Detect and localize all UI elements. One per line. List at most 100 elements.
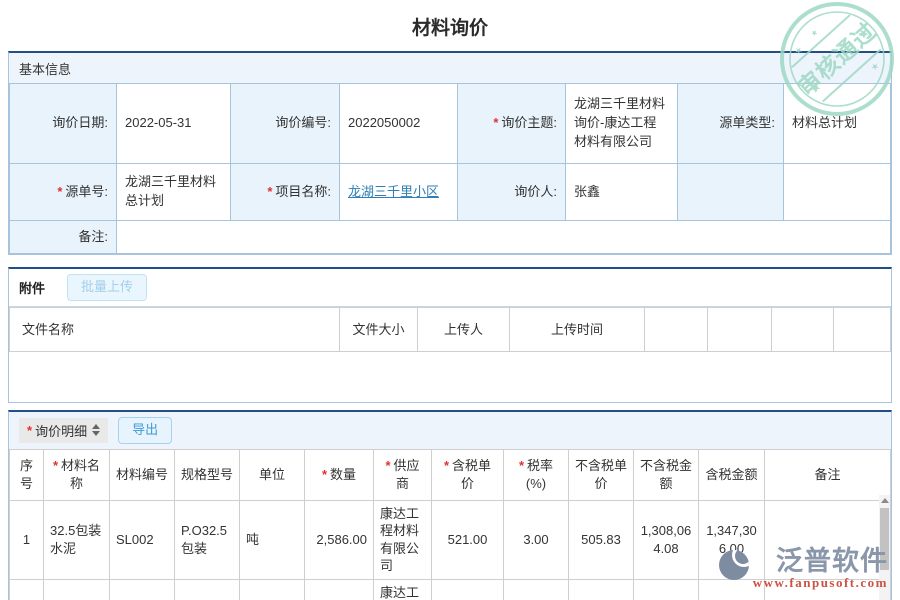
col-notax-amount: 不含税金额 bbox=[634, 449, 699, 500]
cell-supplier: 康达工程材料有限公司 bbox=[374, 579, 432, 600]
remarks-label: 备注: bbox=[10, 221, 117, 254]
col-spec-model: 规格型号 bbox=[175, 449, 240, 500]
cell-spec-model: P.O32.5包装 bbox=[175, 500, 240, 579]
cell-spec-model: Φ90 bbox=[175, 579, 240, 600]
source-type-value: 材料总计划 bbox=[784, 84, 891, 164]
inquirer-label: 询价人: bbox=[458, 164, 566, 221]
cell-quantity: 2,586.00 bbox=[305, 500, 374, 579]
col-supplier: *供应商 bbox=[374, 449, 432, 500]
source-no-value: 龙湖三千里材料总计划 bbox=[117, 164, 231, 221]
attachments-header-row: 文件名称 文件大小 上传人 上传时间 bbox=[10, 307, 891, 351]
col-empty-2 bbox=[708, 307, 772, 351]
cell-tax-price: 452.00 bbox=[432, 579, 504, 600]
inquiry-date-value: 2022-05-31 bbox=[117, 84, 231, 164]
cell-notax-price: 438.83 bbox=[569, 579, 634, 600]
details-table: 序号 *材料名称 材料编号 规格型号 单位 *数量 *供应商 *含税单价 *税率… bbox=[9, 449, 891, 600]
col-uploader: 上传人 bbox=[418, 307, 510, 351]
form-row-1: 询价日期: 2022-05-31 询价编号: 2022050002 *询价主题:… bbox=[10, 84, 891, 164]
vertical-scrollbar[interactable] bbox=[879, 495, 890, 600]
cell-notax-price: 505.83 bbox=[569, 500, 634, 579]
attachments-section: 附件 批量上传 文件名称 文件大小 上传人 上传时间 bbox=[8, 267, 892, 403]
cell-tax-rate: 3.00 bbox=[504, 579, 569, 600]
inquiry-no-value: 2022050002 bbox=[340, 84, 458, 164]
details-header-row: 序号 *材料名称 材料编号 规格型号 单位 *数量 *供应商 *含税单价 *税率… bbox=[10, 449, 891, 500]
required-icon: * bbox=[493, 115, 498, 130]
form-row-2: *源单号: 龙湖三千里材料总计划 *项目名称: 龙湖三千里小区 询价人: 张鑫 bbox=[10, 164, 891, 221]
inquirer-value: 张鑫 bbox=[566, 164, 678, 221]
cell-quantity: 4,500.00 bbox=[305, 579, 374, 600]
basic-info-form: 询价日期: 2022-05-31 询价编号: 2022050002 *询价主题:… bbox=[9, 83, 891, 254]
cell-supplier: 康达工程材料有限公司 bbox=[374, 500, 432, 579]
details-section: * 询价明细 导出 序号 *材料名称 材料编号 规格型号 单位 *数量 *供应商… bbox=[8, 410, 892, 600]
details-title: 询价明细 bbox=[35, 421, 87, 440]
col-empty-4 bbox=[834, 307, 891, 351]
cell-remarks bbox=[765, 500, 891, 579]
attachments-title: 附件 bbox=[19, 278, 45, 297]
required-icon: * bbox=[322, 467, 327, 482]
col-notax-price: 不含税单价 bbox=[569, 449, 634, 500]
cell-tax-amount: 2,034,000.00 bbox=[699, 579, 765, 600]
col-empty-1 bbox=[645, 307, 708, 351]
col-material-name: *材料名称 bbox=[44, 449, 110, 500]
page-title: 材料询价 bbox=[0, 0, 900, 51]
scroll-up-icon[interactable] bbox=[879, 495, 890, 507]
details-header: * 询价明细 导出 bbox=[9, 412, 891, 449]
material-inquiry-page: 材料询价 基本信息 询价日期: 2022-05-31 询价编号: 2022050… bbox=[0, 0, 900, 600]
inquiry-date-label: 询价日期: bbox=[10, 84, 117, 164]
cell-notax-amount: 1,974,757.28 bbox=[634, 579, 699, 600]
col-tax-amount: 含税金额 bbox=[699, 449, 765, 500]
attachments-table: 文件名称 文件大小 上传人 上传时间 bbox=[9, 307, 891, 352]
required-icon: * bbox=[267, 184, 272, 199]
basic-info-header: 基本信息 bbox=[9, 53, 891, 83]
required-icon: * bbox=[519, 458, 524, 473]
scrollbar-thumb[interactable] bbox=[880, 508, 889, 570]
cell-tax-price: 521.00 bbox=[432, 500, 504, 579]
cell-material-name: 32.5包装水泥 bbox=[44, 500, 110, 579]
project-name-label: *项目名称: bbox=[231, 164, 340, 221]
required-icon: * bbox=[27, 423, 32, 438]
col-material-no: 材料编号 bbox=[110, 449, 175, 500]
col-unit: 单位 bbox=[240, 449, 305, 500]
cell-material-no: SL002 bbox=[110, 500, 175, 579]
col-upload-time: 上传时间 bbox=[510, 307, 645, 351]
col-file-size: 文件大小 bbox=[340, 307, 418, 351]
remarks-value bbox=[117, 221, 891, 254]
project-name-value: 龙湖三千里小区 bbox=[340, 164, 458, 221]
cell-unit: 吨 bbox=[240, 579, 305, 600]
cell-seq: 2 bbox=[10, 579, 44, 600]
cell-material-no: GJG0059 bbox=[110, 579, 175, 600]
cell-material-name: HPM2特殊钢材 bbox=[44, 579, 110, 600]
cell-remarks bbox=[765, 579, 891, 600]
export-button[interactable]: 导出 bbox=[118, 417, 172, 444]
cell-notax-amount: 1,308,064.08 bbox=[634, 500, 699, 579]
empty-label-cell bbox=[678, 164, 784, 221]
project-name-link[interactable]: 龙湖三千里小区 bbox=[348, 184, 439, 199]
cell-tax-rate: 3.00 bbox=[504, 500, 569, 579]
cell-tax-amount: 1,347,306.00 bbox=[699, 500, 765, 579]
col-quantity: *数量 bbox=[305, 449, 374, 500]
attachments-header: 附件 批量上传 bbox=[9, 269, 891, 307]
col-remarks: 备注 bbox=[765, 449, 891, 500]
table-row: 1 32.5包装水泥 SL002 P.O32.5包装 吨 2,586.00 康达… bbox=[10, 500, 891, 579]
col-empty-3 bbox=[772, 307, 834, 351]
col-tax-price: *含税单价 bbox=[432, 449, 504, 500]
cell-unit: 吨 bbox=[240, 500, 305, 579]
source-type-label: 源单类型: bbox=[678, 84, 784, 164]
basic-info-section: 基本信息 询价日期: 2022-05-31 询价编号: 2022050002 *… bbox=[8, 51, 892, 255]
required-icon: * bbox=[385, 458, 390, 473]
required-icon: * bbox=[53, 458, 58, 473]
sort-icon[interactable] bbox=[92, 424, 100, 436]
inquiry-subject-value: 龙湖三千里材料询价-康达工程材料有限公司 bbox=[566, 84, 678, 164]
table-row: 2 HPM2特殊钢材 GJG0059 Φ90 吨 4,500.00 康达工程材料… bbox=[10, 579, 891, 600]
col-tax-rate: *税率(%) bbox=[504, 449, 569, 500]
bulk-upload-button[interactable]: 批量上传 bbox=[67, 274, 147, 301]
source-no-label: *源单号: bbox=[10, 164, 117, 221]
details-title-chip: * 询价明细 bbox=[19, 418, 108, 443]
inquiry-no-label: 询价编号: bbox=[231, 84, 340, 164]
inquiry-subject-label: *询价主题: bbox=[458, 84, 566, 164]
attachments-empty-body bbox=[9, 352, 891, 402]
cell-seq: 1 bbox=[10, 500, 44, 579]
form-row-3: 备注: bbox=[10, 221, 891, 254]
required-icon: * bbox=[444, 458, 449, 473]
basic-info-title: 基本信息 bbox=[19, 59, 71, 78]
